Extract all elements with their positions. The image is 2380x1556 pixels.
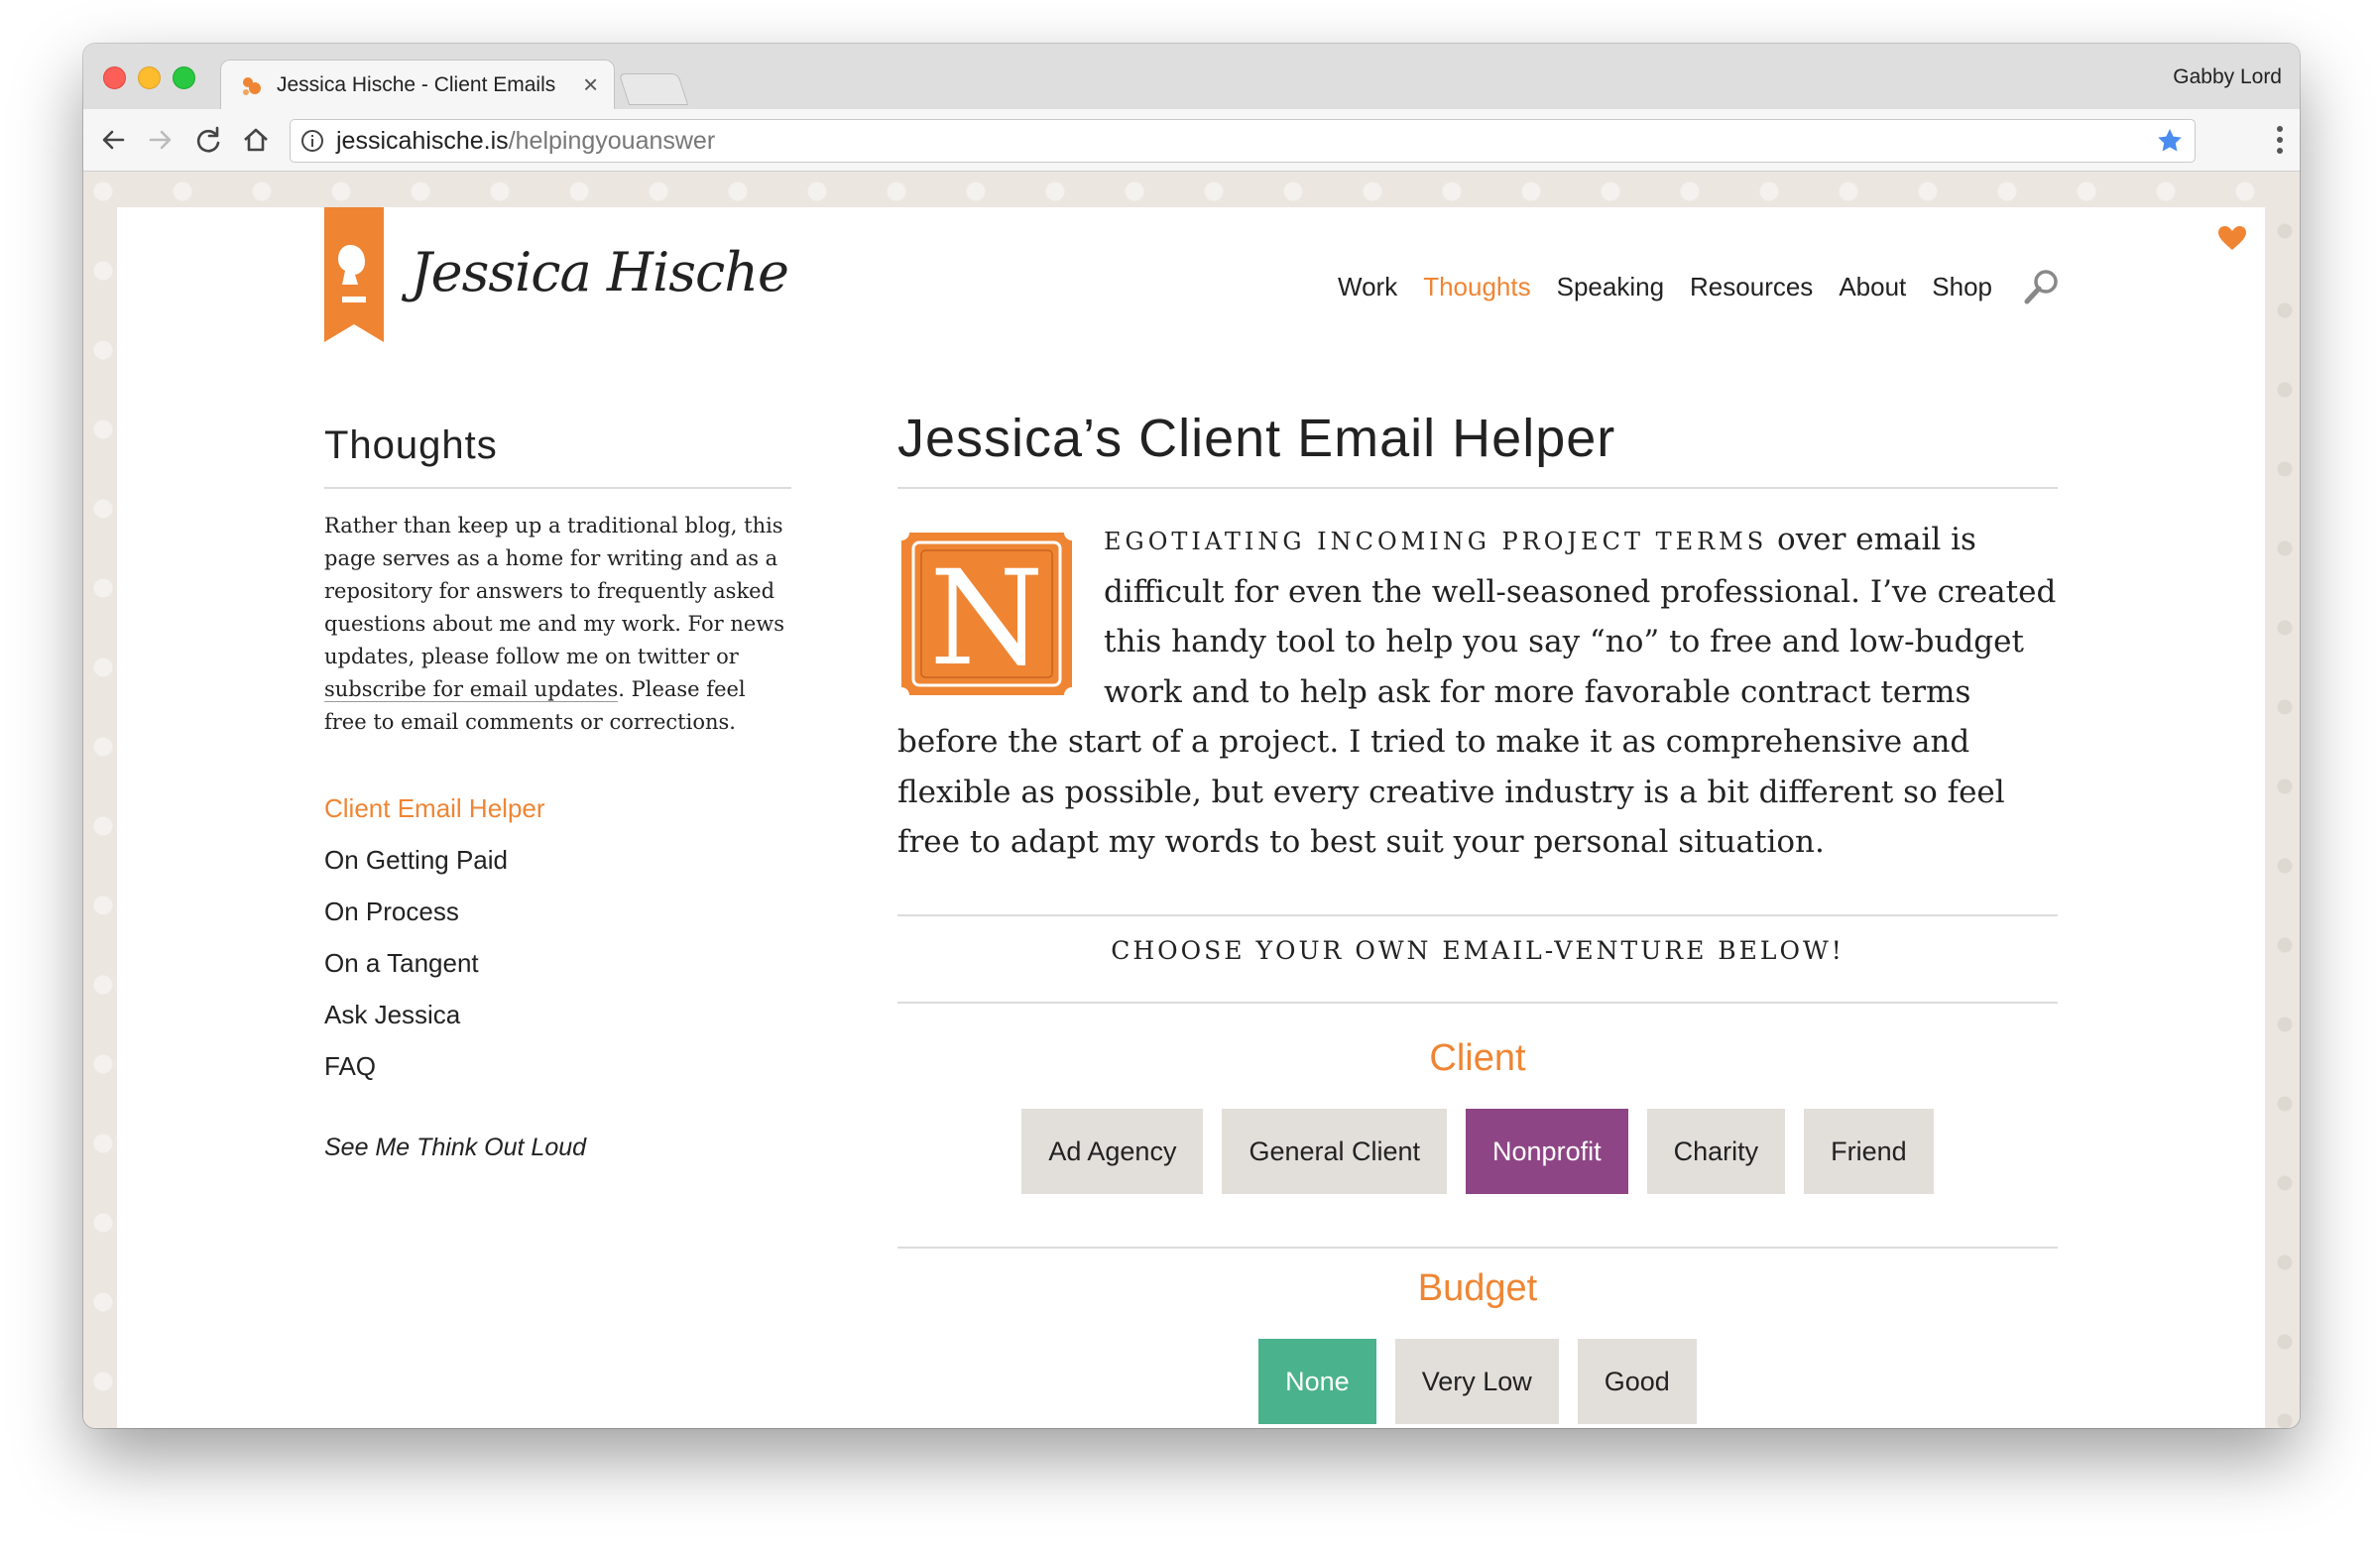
browser-menu-icon[interactable] bbox=[2276, 125, 2284, 155]
title-bar: Jessica Hische - Client Emails × Gabby L… bbox=[83, 44, 2300, 112]
reload-icon[interactable] bbox=[192, 124, 224, 156]
minimize-window-button[interactable] bbox=[138, 66, 161, 89]
see-me-think-out-loud-link[interactable]: See Me Think Out Loud bbox=[324, 1134, 586, 1162]
main-nav: Work Thoughts Speaking Resources About S… bbox=[1312, 267, 2062, 306]
maximize-window-button[interactable] bbox=[173, 66, 195, 89]
nav-speaking[interactable]: Speaking bbox=[1557, 272, 1664, 302]
client-option-nonprofit[interactable]: Nonprofit bbox=[1466, 1109, 1628, 1194]
choose-heading: Choose Your Own Email-venture Below! bbox=[1111, 936, 1844, 965]
budget-section-label: Budget bbox=[1417, 1267, 1538, 1309]
sidebar-description-start: Rather than keep up a traditional blog, … bbox=[324, 514, 785, 668]
url-text[interactable]: jessicahische.is/helpingyouanswer bbox=[336, 127, 715, 156]
forward-arrow-icon[interactable] bbox=[145, 124, 177, 156]
nav-thoughts[interactable]: Thoughts bbox=[1423, 272, 1530, 302]
browser-window: Jessica Hische - Client Emails × Gabby L… bbox=[83, 44, 2300, 1428]
budget-options: None Very Low Good bbox=[897, 1339, 2058, 1424]
info-icon[interactable] bbox=[300, 129, 324, 153]
logo-wordmark[interactable]: Jessica Hische bbox=[411, 241, 789, 303]
sidebar-item-on-getting-paid[interactable]: On Getting Paid bbox=[324, 834, 545, 886]
client-options: Ad Agency General Client Nonprofit Chari… bbox=[897, 1109, 2058, 1194]
budget-option-good[interactable]: Good bbox=[1577, 1339, 1697, 1424]
sidebar-item-on-a-tangent[interactable]: On a Tangent bbox=[324, 937, 545, 989]
choose-bottom-divider bbox=[897, 1002, 2058, 1004]
home-icon[interactable] bbox=[240, 124, 272, 156]
sidebar-item-client-email-helper[interactable]: Client Email Helper bbox=[324, 782, 545, 834]
sidebar-description: Rather than keep up a traditional blog, … bbox=[324, 510, 785, 739]
bookmark-star-icon[interactable] bbox=[2155, 126, 2185, 156]
client-section-label: Client bbox=[1429, 1037, 1526, 1079]
page-viewport: Jessica Hische Work Thoughts Speaking Re… bbox=[83, 172, 2300, 1428]
budget-option-very-low[interactable]: Very Low bbox=[1394, 1339, 1559, 1424]
close-tab-icon[interactable]: × bbox=[583, 69, 598, 100]
heart-icon[interactable] bbox=[2217, 225, 2247, 251]
client-option-ad-agency[interactable]: Ad Agency bbox=[1021, 1109, 1204, 1194]
new-tab-button[interactable] bbox=[618, 73, 689, 105]
address-bar[interactable]: jessicahische.is/helpingyouanswer bbox=[290, 119, 2196, 163]
browser-tab[interactable]: Jessica Hische - Client Emails × bbox=[220, 60, 615, 112]
client-option-charity[interactable]: Charity bbox=[1646, 1109, 1786, 1194]
nav-shop[interactable]: Shop bbox=[1932, 272, 1992, 302]
search-icon[interactable] bbox=[2022, 267, 2062, 306]
page-content: Jessica Hische Work Thoughts Speaking Re… bbox=[117, 207, 2265, 1428]
sidebar-item-on-process[interactable]: On Process bbox=[324, 886, 545, 937]
title-divider bbox=[897, 487, 2058, 489]
url-host: jessicahische.is bbox=[336, 127, 509, 155]
sidebar-item-ask-jessica[interactable]: Ask Jessica bbox=[324, 989, 545, 1040]
nav-about[interactable]: About bbox=[1839, 272, 1906, 302]
back-arrow-icon[interactable] bbox=[97, 124, 129, 156]
intro-smallcaps: egotiating incoming project terms bbox=[1104, 528, 1768, 555]
client-option-general-client[interactable]: General Client bbox=[1222, 1109, 1448, 1194]
sidebar-title: Thoughts bbox=[324, 423, 498, 467]
nav-work[interactable]: Work bbox=[1338, 272, 1397, 302]
budget-divider bbox=[897, 1247, 2058, 1249]
profile-name[interactable]: Gabby Lord bbox=[2173, 65, 2282, 89]
client-option-friend[interactable]: Friend bbox=[1804, 1109, 1934, 1194]
intro-paragraph: egotiating incoming project terms over e… bbox=[897, 515, 2058, 868]
email-updates-link[interactable]: subscribe for email updates bbox=[324, 677, 619, 702]
logo-ribbon-icon[interactable] bbox=[324, 207, 384, 342]
choose-top-divider bbox=[897, 914, 2058, 916]
browser-toolbar: jessicahische.is/helpingyouanswer bbox=[83, 109, 2300, 172]
url-path: /helpingyouanswer bbox=[508, 127, 716, 155]
tab-title: Jessica Hische - Client Emails bbox=[277, 73, 556, 96]
sidebar-item-faq[interactable]: FAQ bbox=[324, 1040, 545, 1092]
close-window-button[interactable] bbox=[103, 66, 126, 89]
sidebar-links: Client Email Helper On Getting Paid On P… bbox=[324, 782, 545, 1092]
budget-option-none[interactable]: None bbox=[1258, 1339, 1376, 1424]
nav-resources[interactable]: Resources bbox=[1690, 272, 1813, 302]
sidebar-divider bbox=[324, 487, 791, 489]
page-title: Jessica’s Client Email Helper bbox=[897, 409, 1616, 468]
site-favicon-icon bbox=[243, 77, 261, 95]
